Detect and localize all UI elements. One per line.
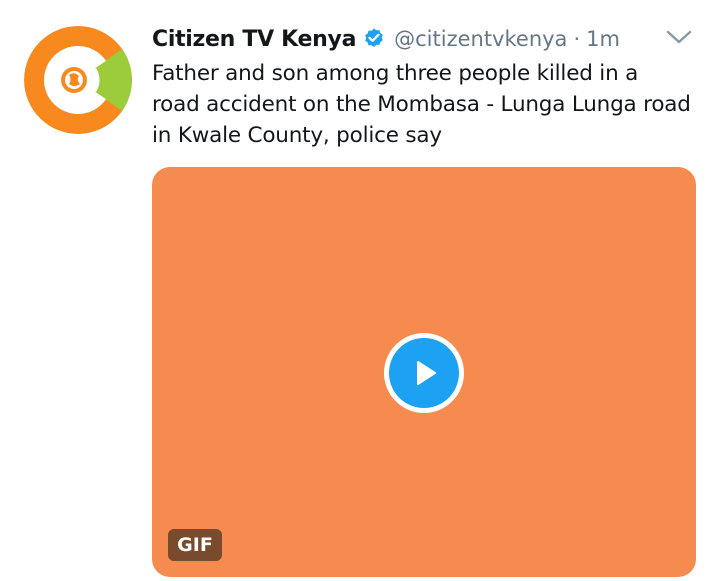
- gif-badge: GIF: [168, 529, 222, 561]
- avatar[interactable]: [24, 26, 132, 134]
- tweet-card[interactable]: Citizen TV Kenya @citizentvkenya · 1m Fa…: [0, 0, 720, 581]
- gif-media[interactable]: GIF: [152, 167, 696, 577]
- tweet-text: Father and son among three people killed…: [152, 61, 691, 148]
- tweet-header: Citizen TV Kenya @citizentvkenya · 1m: [152, 22, 620, 56]
- chevron-down-icon[interactable]: [664, 26, 694, 48]
- play-button[interactable]: [384, 333, 464, 413]
- citizen-tv-logo: [24, 26, 132, 134]
- play-icon: [389, 338, 459, 408]
- display-name[interactable]: Citizen TV Kenya: [152, 27, 356, 52]
- verified-badge-icon: [362, 27, 386, 51]
- separator-dot: ·: [573, 27, 581, 51]
- timestamp[interactable]: 1m: [586, 27, 620, 51]
- user-handle[interactable]: @citizentvkenya: [394, 27, 567, 51]
